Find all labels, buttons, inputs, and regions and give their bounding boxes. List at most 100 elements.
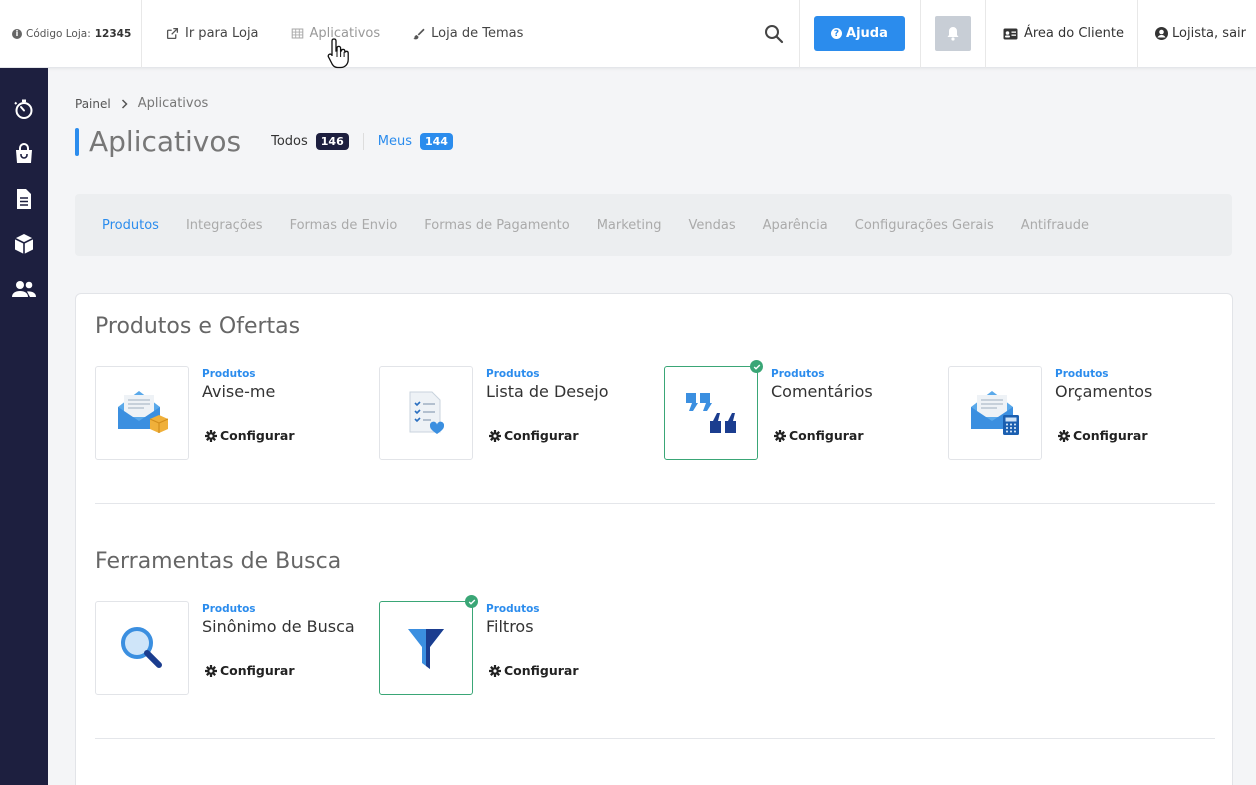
sidebar-item-orders[interactable] [0, 131, 48, 176]
configure-label: Configurar [1073, 428, 1148, 443]
configure-button[interactable]: Configurar [1058, 428, 1148, 443]
configure-label: Configurar [789, 428, 864, 443]
gear-icon [774, 429, 786, 442]
gear-icon [205, 429, 217, 442]
help-button-label: Ajuda [846, 26, 888, 41]
app-category: Produtos [202, 603, 256, 615]
configure-button[interactable]: Configurar [774, 428, 864, 443]
section-divider [95, 503, 1215, 504]
app-name: Avise-me [202, 382, 276, 401]
store-code-value: 12345 [94, 27, 132, 40]
envelope-calculator-icon [971, 391, 1019, 435]
top-nav: Ir para Loja Aplicativos Loja de Temas [142, 0, 750, 68]
nav-theme-store[interactable]: Loja de Temas [412, 26, 523, 41]
tab-payment[interactable]: Formas de Pagamento [424, 218, 569, 233]
search-icon [765, 24, 784, 43]
external-link-icon [166, 27, 179, 40]
quotes-icon [686, 393, 736, 433]
gear-icon [205, 664, 217, 677]
logout-link[interactable]: Lojista, sair [1138, 0, 1256, 68]
chevron-right-icon [121, 98, 128, 109]
tab-sales[interactable]: Vendas [688, 218, 735, 233]
filter-all-count: 146 [315, 133, 349, 150]
grid-icon [291, 28, 303, 39]
store-code-label: Código Loja: [26, 27, 91, 40]
configure-button[interactable]: Configurar [489, 663, 579, 678]
client-area-link[interactable]: Área do Cliente [986, 0, 1138, 68]
app-card-comments: Produtos Comentários Configurar [664, 360, 934, 461]
gear-icon [489, 429, 501, 442]
installed-check-icon [750, 360, 763, 373]
sidebar-item-customers[interactable] [0, 266, 48, 311]
app-card-filters: Produtos Filtros Configurar [379, 595, 649, 696]
tab-shipping[interactable]: Formas de Envio [290, 218, 398, 233]
sidebar-item-dashboard[interactable] [0, 86, 48, 131]
app-thumb-filters[interactable] [379, 595, 478, 695]
store-code: i Código Loja: 12345 [0, 0, 142, 68]
notifications-button[interactable] [934, 16, 971, 51]
client-area-label: Área do Cliente [1023, 26, 1124, 41]
app-thumb-search-synonyms[interactable] [95, 601, 189, 695]
search-button[interactable] [750, 0, 800, 68]
page-title: Aplicativos [89, 125, 242, 158]
info-icon: i [12, 28, 22, 39]
logout-label: Lojista, sair [1172, 26, 1246, 41]
main-content: Painel Aplicativos Aplicativos Todos 146… [48, 68, 1256, 785]
wishlist-document-icon [409, 391, 445, 434]
tab-marketing[interactable]: Marketing [597, 218, 662, 233]
tab-antifraud[interactable]: Antifraude [1021, 218, 1089, 233]
hand-pointer-icon [327, 38, 349, 69]
envelope-package-icon [118, 391, 168, 433]
configure-label: Configurar [220, 428, 295, 443]
tab-general-settings[interactable]: Configurações Gerais [855, 218, 994, 233]
configure-button[interactable]: Configurar [205, 663, 295, 678]
installed-check-icon [465, 595, 478, 608]
section-divider [95, 738, 1215, 739]
apps-panel: Produtos e Ofertas Produtos Avise-me Con… [75, 293, 1233, 785]
filter-mine[interactable]: Meus 144 [362, 133, 453, 150]
box-icon [14, 233, 34, 254]
app-card-quotes: Produtos Orçamentos Configurar [948, 366, 1218, 461]
stopwatch-icon [14, 99, 33, 119]
app-name: Orçamentos [1055, 382, 1153, 401]
app-category: Produtos [771, 368, 825, 380]
filter-all[interactable]: Todos 146 [271, 133, 349, 150]
configure-label: Configurar [220, 663, 295, 678]
app-name: Filtros [486, 617, 534, 636]
help-button[interactable]: ? Ajuda [813, 16, 905, 51]
tab-appearance[interactable]: Aparência [763, 218, 828, 233]
document-icon [17, 188, 31, 209]
configure-button[interactable]: Configurar [205, 428, 295, 443]
app-thumb-wishlist[interactable] [379, 366, 473, 460]
title-accent-bar [75, 127, 79, 156]
app-thumb-comments[interactable] [664, 360, 763, 460]
sidebar-item-products[interactable] [0, 221, 48, 266]
configure-label: Configurar [504, 663, 579, 678]
app-category: Produtos [486, 603, 540, 615]
category-tabs: Produtos Integrações Formas de Envio For… [75, 194, 1232, 256]
breadcrumb: Painel Aplicativos [75, 96, 208, 111]
shopping-bag-icon [16, 142, 32, 163]
app-card-wishlist: Produtos Lista de Desejo Configurar [379, 366, 649, 461]
question-icon: ? [831, 28, 843, 39]
users-icon [12, 280, 36, 297]
app-name: Comentários [771, 382, 873, 401]
tab-products[interactable]: Produtos [102, 218, 159, 233]
app-card-notify-me: Produtos Avise-me Configurar [95, 366, 365, 461]
app-thumb-notify-me[interactable] [95, 366, 189, 460]
configure-button[interactable]: Configurar [489, 428, 579, 443]
top-bar: i Código Loja: 12345 Ir para Loja Aplica… [0, 0, 1256, 68]
section-title-products-offers: Produtos e Ofertas [95, 314, 301, 339]
brush-icon [413, 28, 425, 40]
sidebar-item-reports[interactable] [0, 176, 48, 221]
section-title-search-tools: Ferramentas de Busca [95, 549, 342, 574]
nav-go-to-store[interactable]: Ir para Loja [166, 26, 259, 41]
tab-integrations[interactable]: Integrações [186, 218, 263, 233]
magnifier-icon [121, 627, 162, 668]
gear-icon [1058, 429, 1070, 442]
bell-icon [947, 27, 959, 41]
breadcrumb-root[interactable]: Painel [75, 97, 111, 111]
user-circle-icon [1155, 27, 1168, 40]
nav-theme-store-label: Loja de Temas [431, 26, 524, 41]
app-thumb-quotes[interactable] [948, 366, 1042, 460]
